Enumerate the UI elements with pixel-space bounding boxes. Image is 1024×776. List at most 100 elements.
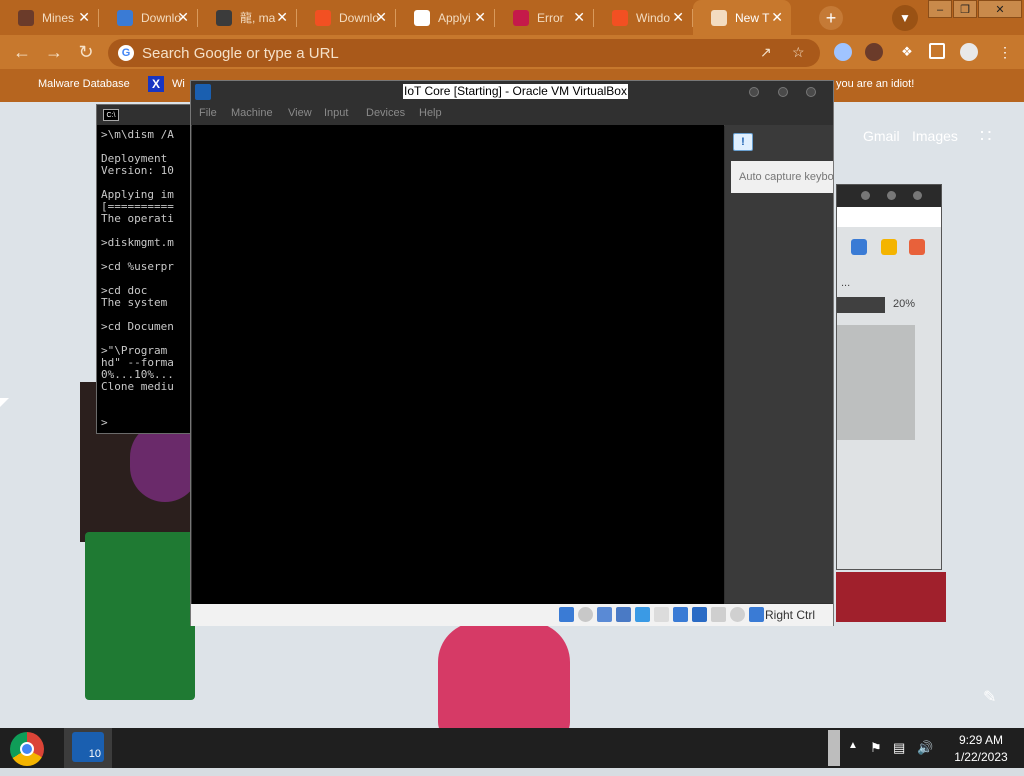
- browser-tab[interactable]: Mines ✕: [0, 0, 98, 35]
- show-hidden-icons[interactable]: ▲: [848, 740, 858, 751]
- new-tab-button[interactable]: +: [819, 5, 843, 30]
- minimize-button[interactable]: –: [928, 0, 952, 18]
- host-key-icon[interactable]: [749, 607, 764, 622]
- console-output[interactable]: >\m\dism /A Deployment Version: 10 Applying…: [97, 125, 195, 433]
- forward-button[interactable]: →: [42, 41, 66, 63]
- notification-message[interactable]: Auto capture keybo: [731, 161, 833, 193]
- browser-tab[interactable]: Windo ✕: [594, 0, 692, 35]
- extension-icon[interactable]: [834, 43, 852, 61]
- audio-icon[interactable]: [597, 607, 612, 622]
- theme-image-part: [836, 572, 946, 622]
- browser-tab[interactable]: Downlo ✕: [99, 0, 197, 35]
- clock-date: 1/22/2023: [954, 750, 1008, 764]
- maximize-button[interactable]: ❐: [953, 0, 977, 18]
- profile-avatar[interactable]: [960, 43, 978, 61]
- menu-machine[interactable]: Machine: [231, 107, 273, 119]
- cpu-icon[interactable]: [711, 607, 726, 622]
- menu-devices[interactable]: Devices: [366, 107, 405, 119]
- customize-pencil-icon[interactable]: ✎: [983, 687, 996, 707]
- guest-display[interactable]: [192, 125, 724, 605]
- display-icon[interactable]: [673, 607, 688, 622]
- puzzle-icon[interactable]: ❖: [898, 43, 916, 61]
- browser-toolbar: ← → ↻ G Search Google or type a URL ↗ ☆ …: [0, 35, 1024, 69]
- menu-view[interactable]: View: [288, 107, 312, 119]
- import-icon[interactable]: [881, 239, 897, 255]
- bookmark-wi[interactable]: Wi: [172, 78, 185, 90]
- window-dot-icon[interactable]: [861, 191, 870, 200]
- bookmark-star-icon[interactable]: ☆: [792, 44, 805, 61]
- more-menu-icon[interactable]: ⋮: [996, 43, 1014, 61]
- console-line: Version: 10: [101, 164, 174, 177]
- console-titlebar[interactable]: C:\: [97, 105, 195, 125]
- tab-strip: Mines ✕ Downlo ✕ 龍, ma ✕ Downlo ✕ Applyi ✕ Error ✕ W…: [0, 0, 1024, 35]
- browser-tab[interactable]: Applyi ✕: [396, 0, 494, 35]
- share-icon[interactable]: ↗: [760, 44, 772, 61]
- menu-input[interactable]: Input: [324, 107, 348, 119]
- usb-icon[interactable]: [635, 607, 650, 622]
- address-bar[interactable]: G Search Google or type a URL ↗ ☆: [108, 39, 820, 67]
- tab-close-icon[interactable]: ✕: [276, 9, 288, 26]
- taskbar-virtualbox-button[interactable]: 10: [64, 728, 112, 768]
- tab-close-icon[interactable]: ✕: [573, 9, 585, 26]
- tab-close-icon[interactable]: ✕: [672, 9, 684, 26]
- volume-icon[interactable]: 🔊: [917, 740, 933, 756]
- tab-search-button[interactable]: ▼: [892, 5, 918, 31]
- back-button[interactable]: ←: [10, 41, 34, 63]
- vbox-titlebar[interactable]: IoT Core [Starting] - Oracle VM VirtualB…: [191, 81, 833, 103]
- optical-drive-icon[interactable]: [578, 607, 593, 622]
- browser-tab[interactable]: 龍, ma ✕: [198, 0, 296, 35]
- taskbar-scroll[interactable]: [828, 730, 840, 766]
- notification-icon[interactable]: !: [733, 133, 753, 151]
- mouse-integration-icon[interactable]: [730, 607, 745, 622]
- window-title: IoT Core [Starting] - Oracle VM VirtualB…: [403, 84, 628, 99]
- theme-image-part: [85, 532, 195, 700]
- google-icon: G: [118, 45, 134, 61]
- apps-grid-icon[interactable]: ∷: [980, 126, 991, 147]
- window-dot-icon[interactable]: [913, 191, 922, 200]
- virtualbox-window[interactable]: IoT Core [Starting] - Oracle VM VirtualB…: [190, 80, 834, 626]
- flag-icon[interactable]: ⚑: [870, 740, 882, 756]
- browser-tab[interactable]: Downlo ✕: [297, 0, 395, 35]
- network-tray-icon[interactable]: ▤: [893, 740, 905, 756]
- close-window-button[interactable]: ✕: [978, 0, 1022, 18]
- command-prompt-window[interactable]: C:\ >\m\dism /A Deployment Version: 10 Appl…: [96, 104, 196, 434]
- tab-close-icon[interactable]: ✕: [78, 9, 90, 26]
- export-icon[interactable]: [909, 239, 925, 255]
- images-link[interactable]: Images: [912, 128, 958, 144]
- cmd-icon: C:\: [103, 109, 119, 121]
- settings-icon[interactable]: [851, 239, 867, 255]
- tab-favicon-icon: [315, 9, 331, 26]
- system-clock[interactable]: 9:29 AM 1/22/2023: [940, 732, 1022, 766]
- console-line: >: [101, 416, 108, 429]
- tab-close-icon[interactable]: ✕: [771, 9, 783, 26]
- side-panel-icon[interactable]: [929, 43, 945, 59]
- gmail-link[interactable]: Gmail: [863, 128, 900, 144]
- tab-close-icon[interactable]: ✕: [474, 9, 486, 26]
- progress-bar: [837, 297, 885, 313]
- extension-avatar-icon[interactable]: [865, 43, 883, 61]
- background-window[interactable]: ... 20%: [836, 184, 942, 570]
- hard-disk-icon[interactable]: [559, 607, 574, 622]
- recording-icon[interactable]: [692, 607, 707, 622]
- maximize-button[interactable]: [778, 87, 788, 97]
- browser-tab[interactable]: Error ✕: [495, 0, 593, 35]
- bookmark-you-are-an-idiot[interactable]: you are an idiot!: [836, 78, 914, 90]
- tab-close-icon[interactable]: ✕: [375, 9, 387, 26]
- close-button[interactable]: [806, 87, 816, 97]
- shared-folders-icon[interactable]: [654, 607, 669, 622]
- omnibox-placeholder: Search Google or type a URL: [142, 45, 339, 62]
- menu-file[interactable]: File: [199, 107, 217, 119]
- network-icon[interactable]: [616, 607, 631, 622]
- reload-button[interactable]: ↻: [74, 41, 98, 63]
- minimize-button[interactable]: [749, 87, 759, 97]
- browser-tab[interactable]: New T ✕: [693, 0, 791, 35]
- tab-close-icon[interactable]: ✕: [177, 9, 189, 26]
- chrome-icon[interactable]: [10, 732, 44, 766]
- vbox-menubar: File Machine View Input Devices Help: [191, 103, 833, 126]
- bookmark-malware-database[interactable]: Malware Database: [38, 78, 130, 90]
- window-dot-icon[interactable]: [887, 191, 896, 200]
- menu-help[interactable]: Help: [419, 107, 442, 119]
- tab-favicon-icon: [711, 9, 727, 26]
- background-window-titlebar[interactable]: [837, 185, 941, 207]
